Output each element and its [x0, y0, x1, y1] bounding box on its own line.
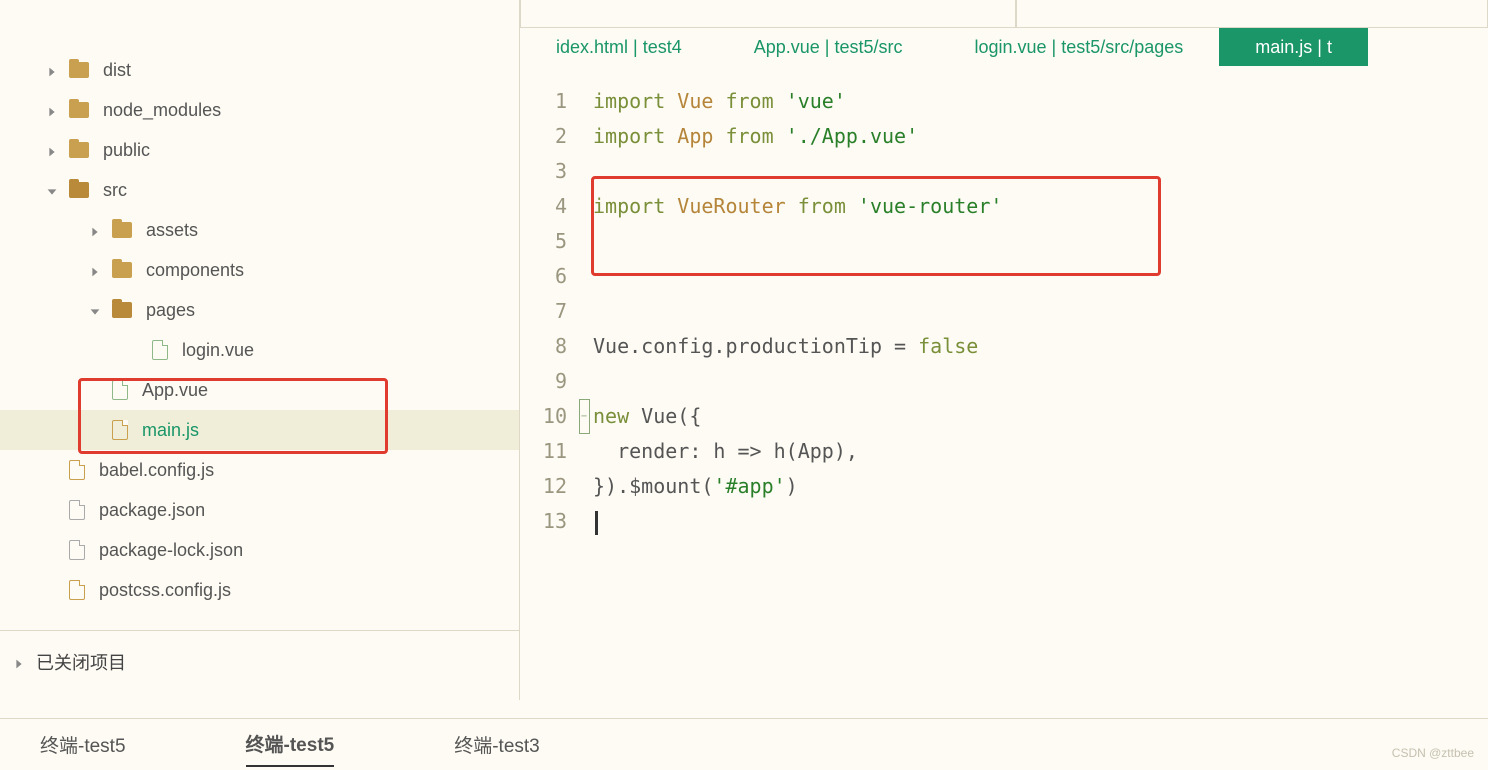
code-line[interactable]: [593, 154, 1488, 189]
code-line[interactable]: [593, 224, 1488, 259]
vue-file-icon: [112, 380, 128, 400]
tree-item-main-js[interactable]: main.js: [0, 410, 519, 450]
watermark: CSDN @zttbee: [1392, 746, 1474, 760]
chevron-right-icon: [45, 143, 59, 157]
chevron-down-icon: [88, 303, 102, 317]
line-number: 2: [520, 119, 575, 154]
code-line[interactable]: }).$mount('#app'): [593, 469, 1488, 504]
tab-index-html[interactable]: idex.html | test4: [520, 28, 718, 66]
chevron-down-icon: [45, 183, 59, 197]
terminal-tab-test5-1[interactable]: 终端-test5: [40, 723, 126, 766]
code-editor[interactable]: 12345678910111213 − import Vue from 'vue…: [520, 66, 1488, 700]
tree-label: assets: [146, 220, 198, 241]
tree-label: node_modules: [103, 100, 221, 121]
line-number: 6: [520, 259, 575, 294]
tree-item-postcss-config[interactable]: postcss.config.js: [0, 570, 519, 610]
code-line[interactable]: [593, 259, 1488, 294]
json-file-icon: [69, 500, 85, 520]
js-file-icon: [69, 580, 85, 600]
folder-open-icon: [69, 182, 89, 198]
terminal-tab-test3[interactable]: 终端-test3: [454, 723, 540, 766]
json-file-icon: [69, 540, 85, 560]
tree-item-package-lock[interactable]: package-lock.json: [0, 530, 519, 570]
code-line[interactable]: [593, 364, 1488, 399]
tree-item-node-modules[interactable]: node_modules: [0, 90, 519, 130]
tree-item-components[interactable]: components: [0, 250, 519, 290]
chevron-right-icon: [12, 655, 26, 669]
line-number: 3: [520, 154, 575, 189]
file-tree-sidebar: dist node_modules public src assets comp…: [0, 0, 520, 700]
tree-label: components: [146, 260, 244, 281]
tree-label: public: [103, 140, 150, 161]
tree-label: package.json: [99, 500, 205, 521]
code-line[interactable]: import Vue from 'vue': [593, 84, 1488, 119]
folder-icon: [69, 142, 89, 158]
js-file-icon: [112, 420, 128, 440]
chevron-right-icon: [88, 223, 102, 237]
terminal-tab-test5-2[interactable]: 终端-test5: [246, 722, 335, 767]
closed-projects-label: 已关闭项目: [36, 649, 126, 675]
tree-label: babel.config.js: [99, 460, 214, 481]
folder-icon: [112, 222, 132, 238]
tab-main-js[interactable]: main.js | t: [1219, 28, 1368, 66]
tree-item-login-vue[interactable]: login.vue: [0, 330, 519, 370]
line-number: 13: [520, 504, 575, 539]
tree-item-public[interactable]: public: [0, 130, 519, 170]
bottom-panel-tabs: 终端-test5 终端-test5 终端-test3: [0, 718, 1488, 770]
tab-login-vue[interactable]: login.vue | test5/src/pages: [938, 28, 1219, 66]
line-number: 4: [520, 189, 575, 224]
tab-app-vue[interactable]: App.vue | test5/src: [718, 28, 939, 66]
tree-label: main.js: [142, 420, 199, 441]
tree-item-src[interactable]: src: [0, 170, 519, 210]
folder-icon: [69, 102, 89, 118]
tree-item-babel-config[interactable]: babel.config.js: [0, 450, 519, 490]
code-content[interactable]: import Vue from 'vue'import App from './…: [593, 66, 1488, 700]
vue-file-icon: [152, 340, 168, 360]
line-number: 12: [520, 469, 575, 504]
code-line[interactable]: [593, 294, 1488, 329]
closed-projects-section[interactable]: 已关闭项目: [0, 630, 519, 693]
chevron-right-icon: [45, 103, 59, 117]
code-line[interactable]: new Vue({: [593, 399, 1488, 434]
line-number: 5: [520, 224, 575, 259]
code-line[interactable]: import VueRouter from 'vue-router': [593, 189, 1488, 224]
chevron-right-icon: [88, 263, 102, 277]
code-line[interactable]: render: h => h(App),: [593, 434, 1488, 469]
folder-icon: [69, 62, 89, 78]
tree-label: login.vue: [182, 340, 254, 361]
line-number: 8: [520, 329, 575, 364]
folder-open-icon: [112, 302, 132, 318]
fold-column: −: [575, 66, 593, 700]
toolbar-placeholder: [520, 0, 1488, 28]
line-number: 7: [520, 294, 575, 329]
tree-item-dist[interactable]: dist: [0, 50, 519, 90]
line-number: 11: [520, 434, 575, 469]
text-cursor: [595, 511, 598, 535]
tree-item-pages[interactable]: pages: [0, 290, 519, 330]
line-number: 1: [520, 84, 575, 119]
chevron-right-icon: [45, 63, 59, 77]
code-line[interactable]: [593, 504, 1488, 539]
tree-label: package-lock.json: [99, 540, 243, 561]
editor-tabs: idex.html | test4 App.vue | test5/src lo…: [520, 28, 1488, 66]
line-number: 9: [520, 364, 575, 399]
tree-label: App.vue: [142, 380, 208, 401]
tree-item-app-vue[interactable]: App.vue: [0, 370, 519, 410]
tree-label: dist: [103, 60, 131, 81]
line-number-gutter: 12345678910111213: [520, 66, 575, 700]
tree-label: src: [103, 180, 127, 201]
js-file-icon: [69, 460, 85, 480]
code-line[interactable]: import App from './App.vue': [593, 119, 1488, 154]
folder-icon: [112, 262, 132, 278]
tree-label: pages: [146, 300, 195, 321]
editor-main: idex.html | test4 App.vue | test5/src lo…: [520, 0, 1488, 700]
fold-toggle-icon[interactable]: −: [579, 399, 590, 434]
line-number: 10: [520, 399, 575, 434]
tree-item-assets[interactable]: assets: [0, 210, 519, 250]
tree-item-package-json[interactable]: package.json: [0, 490, 519, 530]
code-line[interactable]: Vue.config.productionTip = false: [593, 329, 1488, 364]
tree-label: postcss.config.js: [99, 580, 231, 601]
